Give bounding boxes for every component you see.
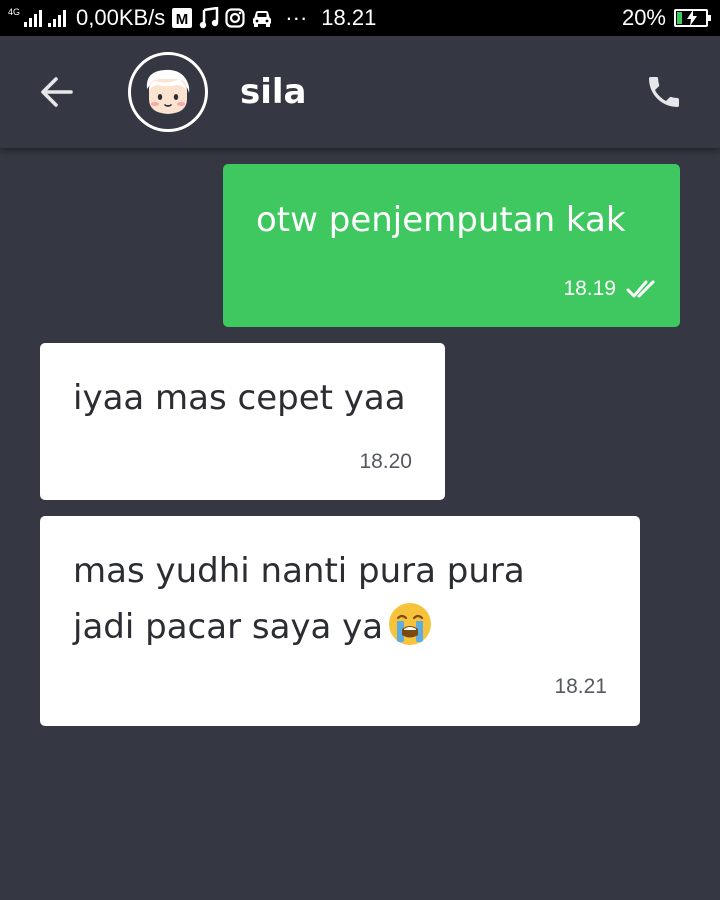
message-time: 18.21 <box>554 675 607 698</box>
status-bar-right: 20% <box>621 5 711 31</box>
contact-name[interactable]: sila <box>240 70 307 114</box>
arrow-left-icon <box>41 77 73 107</box>
network-type-label: 4G <box>8 6 21 17</box>
message-text: otw penjemputan kak <box>256 200 626 240</box>
battery-icon <box>674 9 711 27</box>
music-note-icon <box>199 7 219 29</box>
m-notification-icon: M <box>171 7 193 29</box>
message-time: 18.20 <box>359 450 412 473</box>
chat-header: sila <box>0 36 720 148</box>
data-speed: 0,00KB/s <box>76 5 166 30</box>
status-bar: 4G 0,00KB/s M ··· 18.21 20% <box>0 0 720 36</box>
battery-percent: 20% <box>621 5 666 30</box>
svg-text:M: M <box>176 11 189 28</box>
more-notifications-icon: ··· <box>285 5 308 30</box>
status-bar-left: 4G 0,00KB/s M ··· 18.21 <box>8 5 376 31</box>
incoming-message-bubble[interactable]: mas yudhi nanti pura pura jadi pacar say… <box>40 516 640 726</box>
charging-bolt-icon <box>687 10 697 26</box>
incoming-message-bubble[interactable]: iyaa mas cepet yaa 18.20 <box>40 343 445 500</box>
loudly-crying-face-emoji-icon <box>389 603 432 645</box>
avatar-face-icon <box>146 69 190 114</box>
message-text: mas yudhi nanti pura pura jadi pacar say… <box>73 551 525 647</box>
status-clock: 18.21 <box>321 5 377 30</box>
message-time: 18.19 <box>563 277 616 300</box>
message-text: iyaa mas cepet yaa <box>73 378 406 418</box>
message-text-container: mas yudhi nanti pura pura jadi pacar say… <box>73 543 613 655</box>
phone-icon <box>649 77 679 107</box>
signal-icon <box>24 9 43 27</box>
battery-level-fill <box>677 12 682 24</box>
double-check-icon <box>626 280 655 298</box>
outgoing-message-bubble[interactable]: otw penjemputan kak 18.19 <box>223 164 680 327</box>
signal-icon <box>48 9 67 27</box>
car-icon <box>251 7 273 29</box>
back-button[interactable] <box>34 72 78 112</box>
call-button[interactable] <box>640 70 688 114</box>
instagram-icon <box>225 7 245 29</box>
contact-avatar[interactable] <box>128 52 208 132</box>
